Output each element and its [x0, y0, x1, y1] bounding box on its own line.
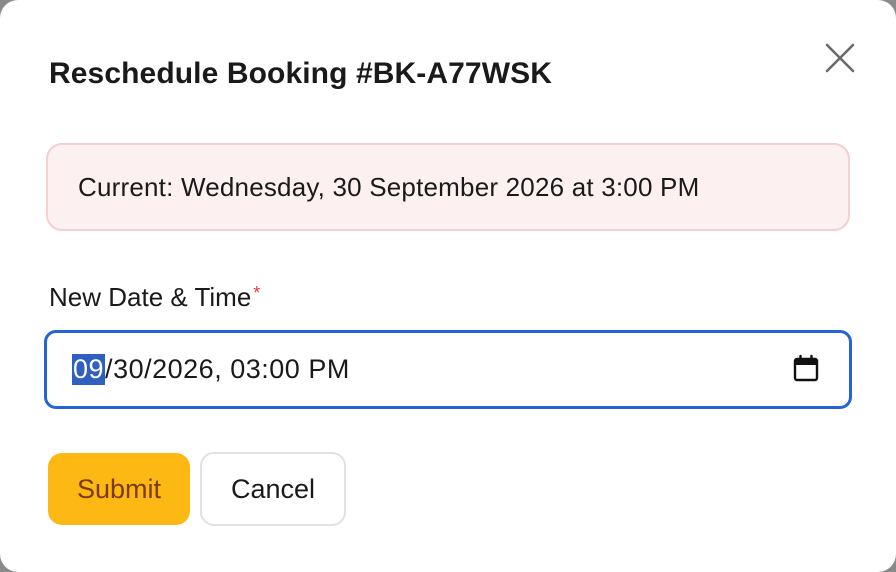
- current-booking-text: Current: Wednesday, 30 September 2026 at…: [78, 171, 700, 202]
- dialog-title: Reschedule Booking #BK-A77WSK: [49, 57, 552, 90]
- date-separator: /: [105, 354, 114, 384]
- calendar-picker-button[interactable]: [792, 354, 820, 384]
- year-segment[interactable]: 2026: [152, 354, 214, 385]
- new-datetime-input[interactable]: 09/30/2026, 03:00 PM: [44, 330, 852, 409]
- day-segment[interactable]: 30: [113, 354, 144, 385]
- ampm-segment[interactable]: PM: [308, 354, 350, 385]
- submit-button[interactable]: Submit: [48, 453, 190, 525]
- cancel-button[interactable]: Cancel: [200, 452, 346, 526]
- calendar-icon: [793, 354, 819, 382]
- time-separator: :: [261, 354, 270, 384]
- close-icon: [825, 43, 855, 73]
- minute-segment[interactable]: 00: [269, 354, 300, 385]
- hour-segment[interactable]: 03: [230, 354, 261, 385]
- ampm-separator: [300, 354, 308, 385]
- date-separator: /: [144, 354, 153, 384]
- datetime-separator: ,: [214, 354, 231, 384]
- required-marker: *: [253, 283, 261, 303]
- current-booking-notice: Current: Wednesday, 30 September 2026 at…: [46, 143, 850, 231]
- new-datetime-label-text: New Date & Time: [49, 282, 252, 312]
- month-segment[interactable]: 09: [72, 354, 106, 385]
- reschedule-dialog: Reschedule Booking #BK-A77WSK Current: W…: [0, 0, 896, 572]
- close-button[interactable]: [820, 38, 860, 78]
- new-datetime-label: New Date & Time *: [49, 280, 260, 314]
